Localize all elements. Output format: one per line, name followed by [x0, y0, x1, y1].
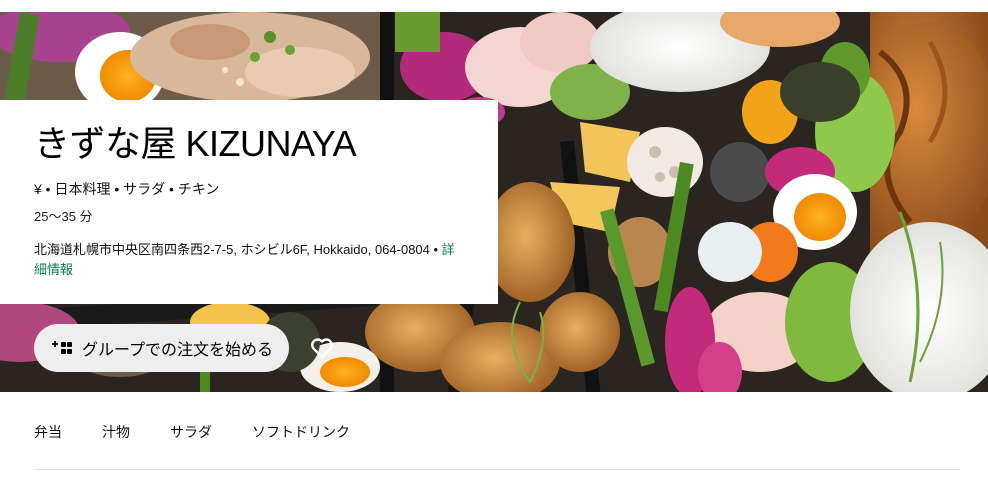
- store-address: 北海道札幌市中央区南四条西2-7-5, ホシビル6F, Hokkaido, 06…: [34, 242, 430, 257]
- start-group-order-button[interactable]: グループでの注文を始める: [34, 324, 290, 372]
- store-info-card: きずな屋 KIZUNAYA ¥ • 日本料理 • サラダ • チキン 25〜35…: [0, 100, 498, 304]
- tab-salad[interactable]: サラダ: [170, 420, 212, 444]
- tabs-divider: [34, 469, 960, 470]
- group-add-icon: [52, 340, 74, 356]
- store-name: きずな屋 KIZUNAYA: [34, 123, 357, 164]
- start-group-order-label: グループでの注文を始める: [82, 342, 274, 359]
- store-address-block: 北海道札幌市中央区南四条西2-7-5, ホシビル6F, Hokkaido, 06…: [34, 240, 464, 280]
- delivery-eta: 25〜35 分: [34, 209, 93, 224]
- tab-soft-drinks[interactable]: ソフトドリンク: [252, 420, 350, 444]
- heart-outline-icon: [311, 338, 333, 359]
- tab-soup[interactable]: 汁物: [102, 420, 130, 444]
- tab-bento[interactable]: 弁当: [34, 420, 62, 444]
- address-separator: •: [429, 242, 442, 257]
- store-categories: ¥ • 日本料理 • サラダ • チキン: [34, 181, 220, 197]
- store-page: きずな屋 KIZUNAYA ¥ • 日本料理 • サラダ • チキン 25〜35…: [0, 0, 988, 486]
- menu-category-tabs: 弁当 汁物 サラダ ソフトドリンク: [34, 420, 390, 444]
- favorite-button[interactable]: [304, 330, 340, 366]
